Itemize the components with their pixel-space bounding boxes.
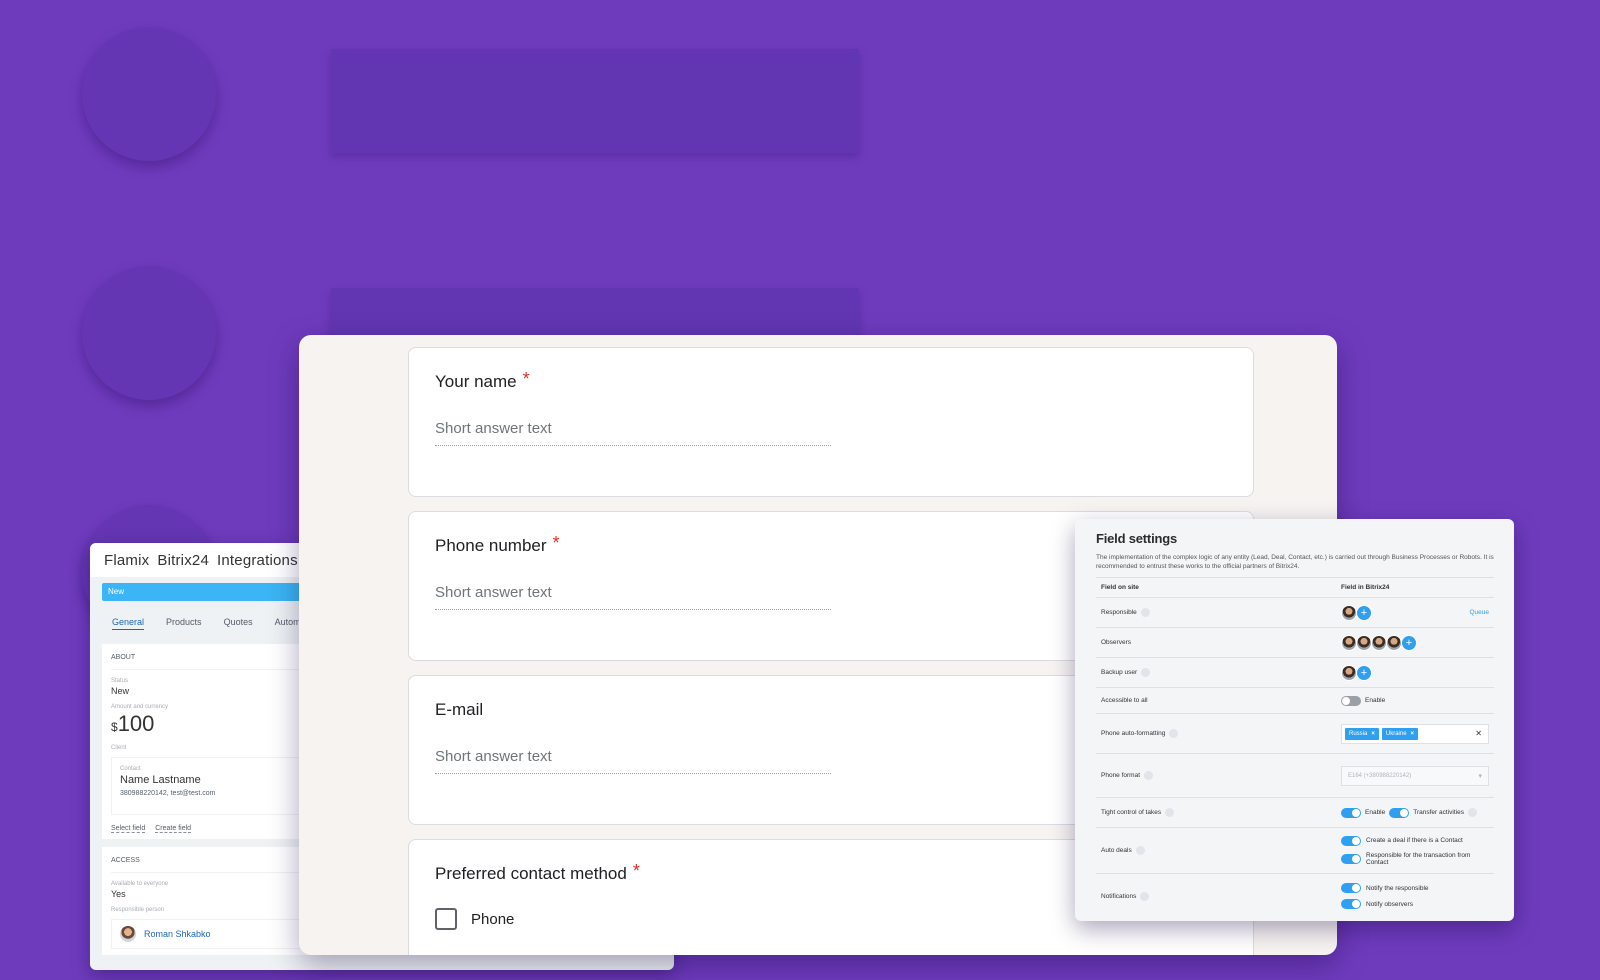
checkbox[interactable] [435, 908, 457, 930]
phone-format-select[interactable]: E164 (+380988220142) ▾ [1341, 765, 1489, 786]
question-card-name: Your name * Short answer text [408, 347, 1254, 497]
avatar [1341, 664, 1357, 681]
short-answer-input[interactable]: Short answer text [435, 420, 831, 446]
crm-product: Bitrix24 [157, 551, 209, 569]
auto-deal-toggle-1[interactable] [1341, 835, 1361, 846]
responsible-name[interactable]: Roman Shkabko [144, 929, 211, 939]
toggle-label: Responsible for the transaction from Con… [1366, 851, 1471, 866]
avatar [120, 926, 136, 942]
toggle-label: Enable [1365, 697, 1386, 704]
crm-section: Integrations [217, 551, 298, 569]
col-site: Field on site [1101, 584, 1139, 591]
add-user-icon[interactable]: + [1356, 664, 1372, 681]
queue-link[interactable]: Queue [1469, 609, 1489, 616]
row-label: Observers [1101, 639, 1131, 646]
remove-tag-icon[interactable]: × [1371, 731, 1375, 737]
tag-ukraine[interactable]: Ukraine × [1381, 727, 1419, 740]
tab-products[interactable]: Products [166, 617, 202, 630]
row-phone-format: Phone format E164 (+380988220142) ▾ [1096, 754, 1494, 798]
tag-label: Ukraine [1385, 730, 1407, 737]
avatar [1356, 634, 1372, 651]
info-icon[interactable] [1144, 771, 1154, 780]
currency-symbol: $ [111, 720, 118, 734]
panel-description: The implementation of the complex logic … [1096, 554, 1494, 570]
question-title-text: Phone number [435, 536, 547, 555]
required-asterisk: * [552, 533, 560, 553]
info-icon[interactable] [1135, 846, 1145, 855]
question-title-text: E-mail [435, 700, 484, 719]
toggle-label: Create a deal if there is a Contact [1366, 837, 1463, 844]
row-label: Auto deals [1101, 847, 1132, 854]
panel-title: Field settings [1096, 531, 1177, 546]
row-backup-user: Backup user + [1096, 658, 1494, 688]
avatar [1386, 634, 1402, 651]
info-icon[interactable] [1467, 808, 1477, 817]
tag-label: Russia [1349, 730, 1368, 737]
row-label: Responsible [1101, 609, 1137, 616]
toggle-label: Notify observers [1366, 900, 1413, 908]
select-field-link[interactable]: Select field [111, 825, 146, 833]
avatar [1341, 604, 1357, 621]
info-icon[interactable] [1165, 808, 1175, 817]
row-responsible: Responsible + Queue [1096, 598, 1494, 628]
question-title-text: Preferred contact method [435, 864, 627, 883]
toggle-label: Transfer activities [1413, 809, 1464, 816]
row-notifications: Notifications Notify the responsible Not… [1096, 874, 1494, 918]
notify-observers-toggle[interactable] [1341, 899, 1361, 909]
info-icon[interactable] [1169, 729, 1179, 738]
amount-number: 100 [117, 711, 155, 736]
avatar [1341, 634, 1357, 651]
tight-control-toggle[interactable] [1341, 807, 1361, 818]
row-auto-deals: Auto deals Create a deal if there is a C… [1096, 828, 1494, 874]
toggle-label: Notify the responsible [1366, 884, 1429, 892]
row-phone-autoformat: Phone auto-formatting Russia × Ukraine × ✕ [1096, 714, 1494, 754]
info-icon[interactable] [1141, 668, 1151, 677]
info-icon[interactable] [1140, 608, 1150, 617]
short-answer-input[interactable]: Short answer text [435, 748, 831, 774]
tab-quotes[interactable]: Quotes [224, 617, 253, 630]
required-asterisk: * [522, 369, 530, 389]
row-accessible: Accessible to all Enable [1096, 688, 1494, 714]
add-user-icon[interactable]: + [1401, 634, 1417, 651]
crm-brand: Flamix [104, 551, 150, 569]
row-observers: Observers + [1096, 628, 1494, 658]
avatar [1371, 634, 1387, 651]
accessible-toggle[interactable] [1341, 695, 1361, 706]
notify-responsible-toggle[interactable] [1341, 883, 1361, 893]
tag-russia[interactable]: Russia × [1345, 727, 1379, 740]
tab-general[interactable]: General [112, 617, 145, 630]
chevron-down-icon: ▾ [1478, 772, 1482, 780]
row-label: Phone auto-formatting [1101, 730, 1166, 737]
col-bitrix: Field in Bitrix24 [1341, 584, 1390, 591]
question-title-text: Your name [435, 372, 517, 391]
row-label: Phone format [1101, 772, 1141, 779]
short-answer-input[interactable]: Short answer text [435, 584, 831, 610]
toggle-label: Enable [1365, 809, 1386, 816]
required-asterisk: * [632, 861, 640, 881]
create-field-link[interactable]: Create field [155, 825, 192, 833]
auto-deal-toggle-2[interactable] [1341, 853, 1361, 864]
row-label: Notifications [1101, 892, 1137, 900]
decor-bar-1 [331, 49, 859, 153]
row-label: Backup user [1101, 669, 1138, 676]
select-value: E164 (+380988220142) [1348, 772, 1412, 779]
clear-icon[interactable]: ✕ [1475, 729, 1482, 738]
remove-tag-icon[interactable]: × [1411, 731, 1415, 737]
decor-circle-2 [82, 266, 216, 400]
table-header: Field on site Field in Bitrix24 [1096, 577, 1494, 598]
transfer-activities-toggle[interactable] [1389, 807, 1410, 818]
country-tags-input[interactable]: Russia × Ukraine × ✕ [1341, 723, 1489, 744]
row-label: Tight control of takes [1101, 809, 1162, 816]
info-icon[interactable] [1140, 891, 1150, 901]
question-title: Your name * [435, 369, 1227, 392]
field-settings-panel: Field settings The implementation of the… [1075, 519, 1514, 921]
row-label: Accessible to all [1101, 697, 1148, 704]
row-tight-control: Tight control of takes Enable Transfer a… [1096, 798, 1494, 828]
option-label: Phone [471, 910, 515, 928]
decor-circle-1 [82, 27, 216, 161]
add-user-icon[interactable]: + [1356, 604, 1372, 621]
